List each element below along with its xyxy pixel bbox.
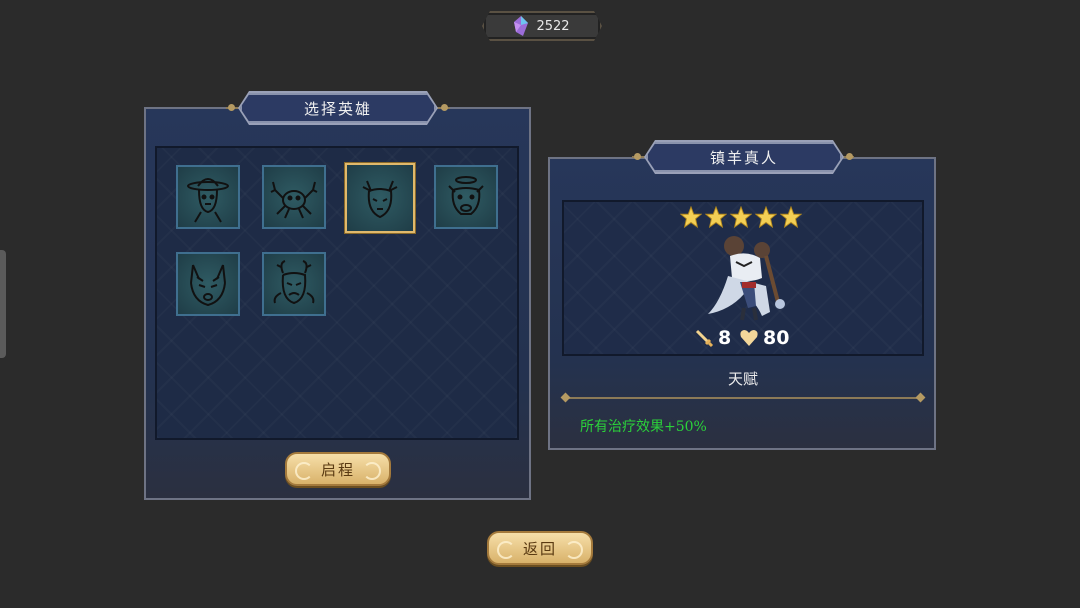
hero-name-banner: 镇羊真人 [646,142,842,172]
side-handle[interactable] [0,250,6,358]
button-swirl-left [295,462,313,480]
hat-man-icon [187,178,229,223]
star-rating [680,206,802,228]
star-icon [755,206,777,228]
select-hero-banner: 选择英雄 [240,93,436,123]
attack-stat: 8 [694,327,731,349]
star-icon [705,206,727,228]
button-swirl-right [363,462,381,480]
health-value: 80 [763,327,790,349]
hero-name-title: 镇羊真人 [709,148,778,167]
detail-dot-right [846,153,853,160]
currency-display: 2522 [482,11,602,41]
talent-title: 天赋 [727,370,758,388]
crab-icon [270,181,318,219]
talent-divider [566,397,920,399]
pig-icon [448,176,484,215]
goat-icon [362,180,398,219]
talent-description: 所有治疗效果+50% [580,419,707,435]
back-label: 返回 [522,539,557,558]
banner-dot-left [228,104,235,111]
star-icon [780,206,802,228]
hero-slot-crab[interactable] [262,165,326,229]
start-journey-button[interactable]: 启程 [285,452,391,486]
currency-amount: 2522 [536,18,570,34]
star-icon [680,206,702,228]
horned-demon-icon [273,260,315,305]
banner-dot-right [441,104,448,111]
hero-slot-horned-demon[interactable] [262,252,326,316]
button-swirl-left [497,541,515,559]
attack-value: 8 [718,327,732,349]
heart-icon [740,330,758,346]
hero-character-art [708,236,785,321]
back-button[interactable]: 返回 [487,531,593,565]
start-journey-label: 启程 [320,460,355,479]
hero-slot-wolf[interactable] [176,252,240,316]
hero-slot-pig[interactable] [434,165,498,229]
wolf-icon [190,264,226,307]
crystal-gem-icon [514,16,528,36]
hero-slot-goat[interactable] [345,163,415,233]
detail-dot-left [634,153,641,160]
select-hero-title: 选择英雄 [303,99,372,118]
button-swirl-right [565,541,583,559]
health-stat: 80 [739,327,789,349]
hero-slot-hat-man[interactable] [176,165,240,229]
star-icon [730,206,752,228]
sword-icon [695,329,714,348]
